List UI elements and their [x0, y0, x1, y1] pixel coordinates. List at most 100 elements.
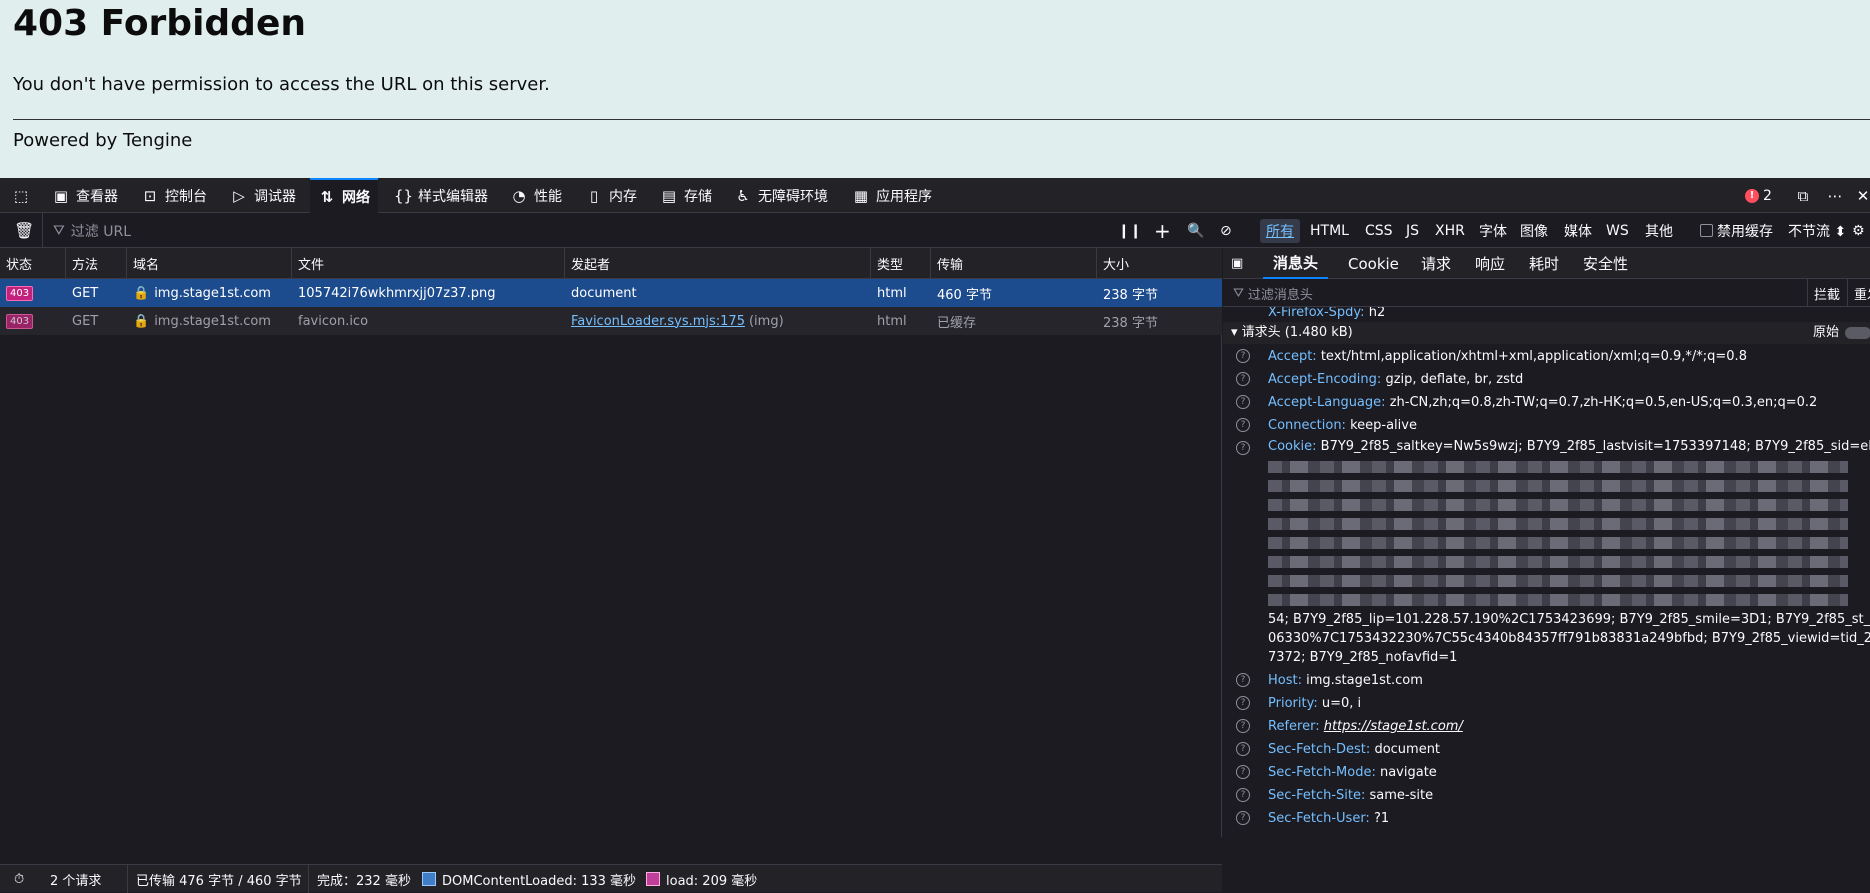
header-row[interactable]: ? Accept: text/html,application/xhtml+xml… — [1223, 345, 1870, 368]
header-row[interactable]: ? Sec-Fetch-Site: same-site — [1223, 784, 1870, 807]
more-options-icon[interactable]: ⋯ — [1826, 178, 1844, 213]
tab-debugger[interactable]: ▷ 调试器 — [230, 178, 296, 213]
tab-network[interactable]: ⇅ 网络 — [310, 178, 378, 213]
tab-performance[interactable]: ◔ 性能 — [510, 178, 562, 213]
initiator-link[interactable]: FaviconLoader.sys.mjs:175 — [571, 314, 745, 329]
raw-toggle[interactable] — [1845, 327, 1870, 339]
console-icon: ⊡ — [143, 186, 157, 205]
pause-icon[interactable]: ❙❙ — [1118, 213, 1141, 248]
resend-button[interactable]: 重发 — [1847, 279, 1870, 307]
lock-icon: 🔒 — [133, 313, 150, 329]
column-domain[interactable]: 域名 — [127, 248, 292, 279]
header-row[interactable]: ? Connection: keep-alive — [1223, 414, 1870, 437]
headers-filter-input[interactable]: ⛛ 过滤消息头 — [1233, 279, 1813, 307]
block-icon[interactable]: ⊘ — [1220, 213, 1232, 248]
trash-icon[interactable]: 🗑 — [14, 213, 34, 248]
column-status[interactable]: 状态 — [0, 248, 66, 279]
column-initiator[interactable]: 发起者 — [565, 248, 871, 279]
column-file[interactable]: 文件 — [292, 248, 565, 279]
type-filter-xhr[interactable]: XHR — [1435, 213, 1465, 248]
dock-icon[interactable]: ⧉ — [1794, 178, 1812, 213]
request-table-header: 状态 方法 域名 文件 发起者 类型 传输 大小 — [0, 248, 1222, 279]
file-cell: 105742i76wkhmrxjj07z37.png — [298, 285, 496, 301]
toggle-sidebar-icon[interactable]: ▣ — [1231, 248, 1243, 279]
help-icon[interactable]: ? — [1236, 719, 1250, 733]
tab-storage[interactable]: ▤ 存储 — [660, 178, 712, 213]
tab-timings[interactable]: 耗时 — [1519, 248, 1569, 279]
block-button[interactable]: 拦截 — [1807, 279, 1840, 307]
help-icon[interactable]: ? — [1236, 441, 1250, 455]
tab-console[interactable]: ⊡ 控制台 — [141, 178, 207, 213]
type-filter-font[interactable]: 字体 — [1479, 213, 1507, 248]
help-icon[interactable]: ? — [1236, 418, 1250, 432]
transferred-summary: 已传输 476 字节 / 460 字节 — [127, 865, 302, 893]
tab-request[interactable]: 请求 — [1411, 248, 1461, 279]
type-filter-other[interactable]: 其他 — [1645, 213, 1673, 248]
help-icon[interactable]: ? — [1236, 349, 1250, 363]
header-row[interactable]: ? Sec-Fetch-Mode: navigate — [1223, 761, 1870, 784]
tab-security[interactable]: 安全性 — [1573, 248, 1638, 279]
style-editor-icon: {} — [394, 186, 414, 205]
network-filter-bar: 🗑 ⛛ 过滤 URL ❙❙ + 🔍 ⊘ 所有 HTML CSS JS XHR 字体… — [0, 213, 1870, 248]
throttle-select[interactable]: 不节流 ⬍ — [1788, 213, 1846, 248]
tab-response[interactable]: 响应 — [1465, 248, 1515, 279]
close-icon[interactable]: ✕ — [1854, 178, 1870, 213]
help-icon[interactable]: ? — [1236, 395, 1250, 409]
header-row: X-Firefox-Spdy: h2 — [1268, 307, 1386, 320]
url-filter-input[interactable]: ⛛ 过滤 URL — [42, 213, 1112, 248]
table-row[interactable]: 403 GET 🔒 img.stage1st.com favicon.ico Fa… — [0, 307, 1222, 335]
devtools-toolbar: ⬚ ▣ 查看器 ⊡ 控制台 ▷ 调试器 ⇅ 网络 {} 样式编辑器 ◔ 性能 ▯ 内存 ▤ 存储… — [0, 178, 1870, 213]
referer-link[interactable]: https://stage1st.com/ — [1324, 719, 1463, 734]
help-icon[interactable]: ? — [1236, 673, 1250, 687]
request-headers-section[interactable]: ▾ 请求头 (1.480 kB) 原始 — [1223, 322, 1870, 344]
header-row[interactable]: ? Referer: https://stage1st.com/ — [1223, 715, 1870, 738]
column-size[interactable]: 大小 — [1097, 248, 1222, 279]
header-row[interactable]: ? Accept-Encoding: gzip, deflate, br, zst… — [1223, 368, 1870, 391]
header-row[interactable]: ? Sec-Fetch-Dest: document — [1223, 738, 1870, 761]
header-row[interactable]: ? Priority: u=0, i — [1223, 692, 1870, 715]
help-icon[interactable]: ? — [1236, 811, 1250, 825]
disable-cache-checkbox[interactable]: 禁用缓存 — [1700, 213, 1773, 248]
header-row[interactable]: ? Accept-Language: zh-CN,zh;q=0.8,zh-TW;q… — [1223, 391, 1870, 414]
redacted-cookie — [1268, 461, 1848, 473]
column-transfer[interactable]: 传输 — [931, 248, 1097, 279]
add-icon[interactable]: + — [1154, 213, 1171, 248]
type-filter-image[interactable]: 图像 — [1520, 213, 1548, 248]
status-badge: 403 — [6, 285, 34, 301]
help-icon[interactable]: ? — [1236, 372, 1250, 386]
type-filter-js[interactable]: JS — [1406, 213, 1419, 248]
help-icon[interactable]: ? — [1236, 765, 1250, 779]
tab-memory[interactable]: ▯ 内存 — [585, 178, 637, 213]
element-picker-icon[interactable]: ⬚ — [12, 178, 30, 213]
help-icon[interactable]: ? — [1236, 788, 1250, 802]
tab-cookie[interactable]: Cookie — [1338, 248, 1409, 279]
tab-inspector[interactable]: ▣ 查看器 — [52, 178, 118, 213]
header-row[interactable]: ? Host: img.stage1st.com — [1223, 669, 1870, 692]
settings-gear-icon[interactable]: ⚙ — [1852, 213, 1865, 248]
type-filter-html[interactable]: HTML — [1310, 213, 1349, 248]
size-cell: 238 字节 — [1103, 287, 1158, 303]
error-count-badge[interactable]: ! 2 — [1745, 178, 1772, 213]
table-row[interactable]: 403 GET 🔒 img.stage1st.com 105742i76wkhmr… — [0, 279, 1222, 307]
type-filter-css[interactable]: CSS — [1365, 213, 1393, 248]
search-icon[interactable]: 🔍 — [1187, 213, 1204, 248]
filter-icon: ⛛ — [1233, 285, 1244, 301]
request-count: 2 个请求 — [50, 873, 102, 889]
cookie-header-row[interactable]: ? Cookie: B7Y9_2f85_saltkey=Nw5s9wzj; B7… — [1223, 437, 1870, 667]
column-method[interactable]: 方法 — [66, 248, 127, 279]
redacted-cookie — [1268, 556, 1848, 568]
help-icon[interactable]: ? — [1236, 742, 1250, 756]
type-cell: html — [877, 313, 907, 329]
type-filter-all[interactable]: 所有 — [1260, 219, 1300, 243]
header-row[interactable]: ? Sec-Fetch-User: ?1 — [1223, 807, 1870, 830]
tab-headers[interactable]: 消息头 — [1263, 248, 1329, 279]
tab-application[interactable]: ▦ 应用程序 — [852, 178, 932, 213]
dcl-time: DOMContentLoaded: 133 毫秒 — [422, 865, 636, 893]
type-filter-media[interactable]: 媒体 — [1564, 213, 1592, 248]
tab-style-editor[interactable]: {} 样式编辑器 — [394, 178, 488, 213]
type-filter-ws[interactable]: WS — [1606, 213, 1629, 248]
details-tabs: ▣ 消息头 Cookie 请求 响应 耗时 安全性 — [1223, 248, 1870, 279]
tab-accessibility[interactable]: ♿ 无障碍环境 — [734, 178, 828, 213]
help-icon[interactable]: ? — [1236, 696, 1250, 710]
column-type[interactable]: 类型 — [871, 248, 931, 279]
